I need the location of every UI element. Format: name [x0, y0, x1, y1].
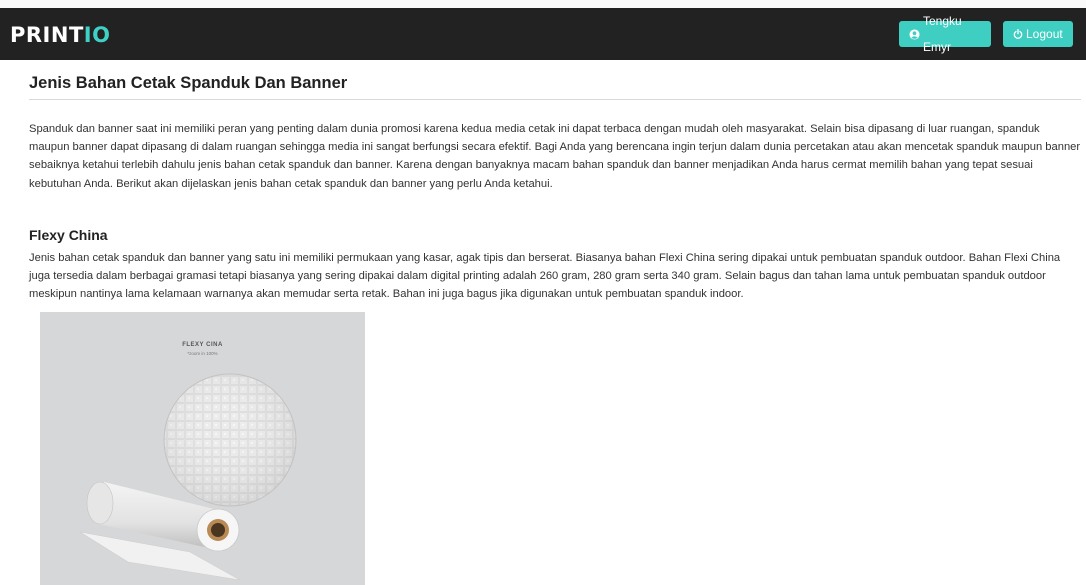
page-title: Jenis Bahan Cetak Spanduk Dan Banner: [29, 74, 1081, 100]
user-button-label: Tengku Emyr: [923, 14, 962, 54]
user-button[interactable]: Tengku Emyr: [899, 14, 991, 54]
user-circle-icon: [909, 28, 920, 40]
material-illustration: [79, 373, 297, 581]
power-icon: [1013, 29, 1023, 39]
brand-main: PRINT: [10, 23, 84, 47]
brand-accent: IO: [83, 23, 111, 47]
top-strip: [0, 0, 1086, 8]
flexy-china-image: FLEXY CINA *zoom in 100%: [40, 312, 365, 585]
section-heading: Flexy China: [29, 226, 108, 243]
logout-button[interactable]: Logout: [1003, 21, 1073, 47]
intro-paragraph: Spanduk dan banner saat ini memiliki per…: [29, 123, 1081, 190]
logout-button-label: Logout: [1026, 27, 1063, 41]
navbar: PRINTIO Tengku Emyr Logout: [0, 8, 1086, 60]
section-body: Jenis bahan cetak spanduk dan banner yan…: [29, 251, 1061, 301]
brand-logo[interactable]: PRINTIO: [10, 23, 110, 47]
article: Jenis Bahan Cetak Spanduk Dan Banner Spa…: [29, 60, 1081, 303]
